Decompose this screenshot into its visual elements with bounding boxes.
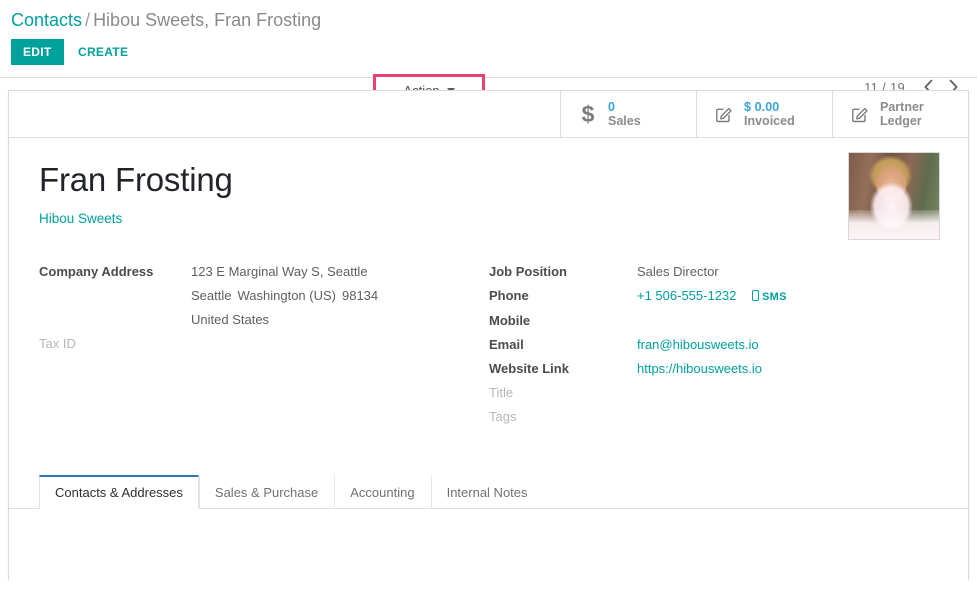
field-email: Email fran@hibousweets.io [489,333,929,357]
notebook-tabs: Contacts & Addresses Sales & Purchase Ac… [9,475,968,509]
tab-internal-notes[interactable]: Internal Notes [430,475,544,509]
field-mobile: Mobile [489,309,929,333]
field-tags: Tags [489,405,929,429]
stat-button-sales[interactable]: $ 0 Sales [560,91,696,137]
tab-content-panel [9,509,968,593]
field-title: Title [489,381,929,405]
parent-company-link[interactable]: Hibou Sweets [39,211,122,226]
field-label: Phone [489,288,529,303]
pencil-square-icon [713,104,735,124]
page-title: Fran Frosting [39,161,233,198]
field-job-position: Job Position Sales Director [489,260,929,284]
stat-button-partner-ledger-text: Partner Ledger [880,100,924,128]
breadcrumb: Contacts / Hibou Sweets, Fran Frosting [0,0,977,32]
sms-link[interactable]: SMS [752,290,787,303]
stat-value: $ 0.00 [744,100,780,114]
field-label: Email [489,337,524,352]
stat-buttons-row: $ 0 Sales $ 0.00 Invoiced Partner Ledger [9,91,968,138]
toolbar: EDIT CREATE Action 11 / 19 [0,36,977,106]
stat-button-sales-text: 0 Sales [608,100,641,128]
create-button[interactable]: CREATE [68,39,138,65]
phone-link[interactable]: +1 506-555-1232 [637,288,736,303]
record-body: Fran Frosting Hibou Sweets Company Addre… [9,138,968,429]
notebook: Contacts & Addresses Sales & Purchase Ac… [9,475,968,593]
field-label: Tax ID [39,336,76,351]
field-company-address: Company Address 123 E Marginal Way S, Se… [39,260,489,332]
field-label: Company Address [39,264,154,279]
tab-contacts-addresses[interactable]: Contacts & Addresses [39,475,199,509]
dollar-icon: $ [581,100,595,127]
fields-left-column: Company Address 123 E Marginal Way S, Se… [39,260,489,429]
stat-label: Sales [608,114,641,128]
fields-area: Company Address 123 E Marginal Way S, Se… [39,260,938,429]
control-panel: Contacts / Hibou Sweets, Fran Frosting EDI… [0,0,977,106]
fields-right-column: Job Position Sales Director Phone +1 506… [489,260,929,429]
field-label: Tags [489,409,517,424]
sheet-container: $ 0 Sales $ 0.00 Invoiced Partner Ledger… [0,78,977,593]
pencil-square-icon [849,104,871,124]
field-value[interactable]: Sales Director [637,260,719,284]
stat-button-invoiced-text: $ 0.00 Invoiced [744,100,795,128]
mobile-phone-icon [752,290,760,301]
avatar-image [849,153,939,239]
breadcrumb-root-link[interactable]: Contacts [11,10,82,30]
address-street: 123 E Marginal Way S, Seattle [191,264,368,279]
email-link[interactable]: fran@hibousweets.io [637,333,759,357]
tab-sales-purchase[interactable]: Sales & Purchase [198,475,334,509]
address-country: United States [191,312,270,327]
avatar[interactable] [848,152,940,240]
edit-button[interactable]: EDIT [11,39,64,65]
stat-label: Invoiced [744,114,795,128]
field-phone: Phone +1 506-555-1232 SMS [489,284,929,309]
address-city: Seattle [191,288,232,303]
stat-button-invoiced[interactable]: $ 0.00 Invoiced [696,91,832,137]
field-value: +1 506-555-1232 SMS [637,284,787,309]
stat-label: Partner Ledger [880,100,924,128]
stat-value: 0 [608,100,616,114]
field-label: Job Position [489,264,567,279]
field-tax-id: Tax ID [39,332,489,356]
tab-accounting[interactable]: Accounting [334,475,430,509]
address-city-state-zip: Seattle Washington (US) 98134 [191,284,378,308]
record-sheet: $ 0 Sales $ 0.00 Invoiced Partner Ledger… [8,90,969,593]
breadcrumb-separator: / [85,10,91,30]
field-value[interactable]: 123 E Marginal Way S, Seattle Seattle Was… [191,260,378,332]
field-label: Website Link [489,361,569,376]
sms-label: SMS [762,291,787,303]
field-website-link: Website Link https://hibousweets.io [489,357,929,381]
field-label: Title [489,385,514,400]
website-link[interactable]: https://hibousweets.io [637,357,762,381]
address-state: Washington (US) [237,288,336,303]
field-label: Mobile [489,313,531,328]
stat-button-partner-ledger[interactable]: Partner Ledger [832,91,968,137]
breadcrumb-current: Hibou Sweets, Fran Frosting [93,10,322,30]
address-zip: 98134 [341,288,379,303]
